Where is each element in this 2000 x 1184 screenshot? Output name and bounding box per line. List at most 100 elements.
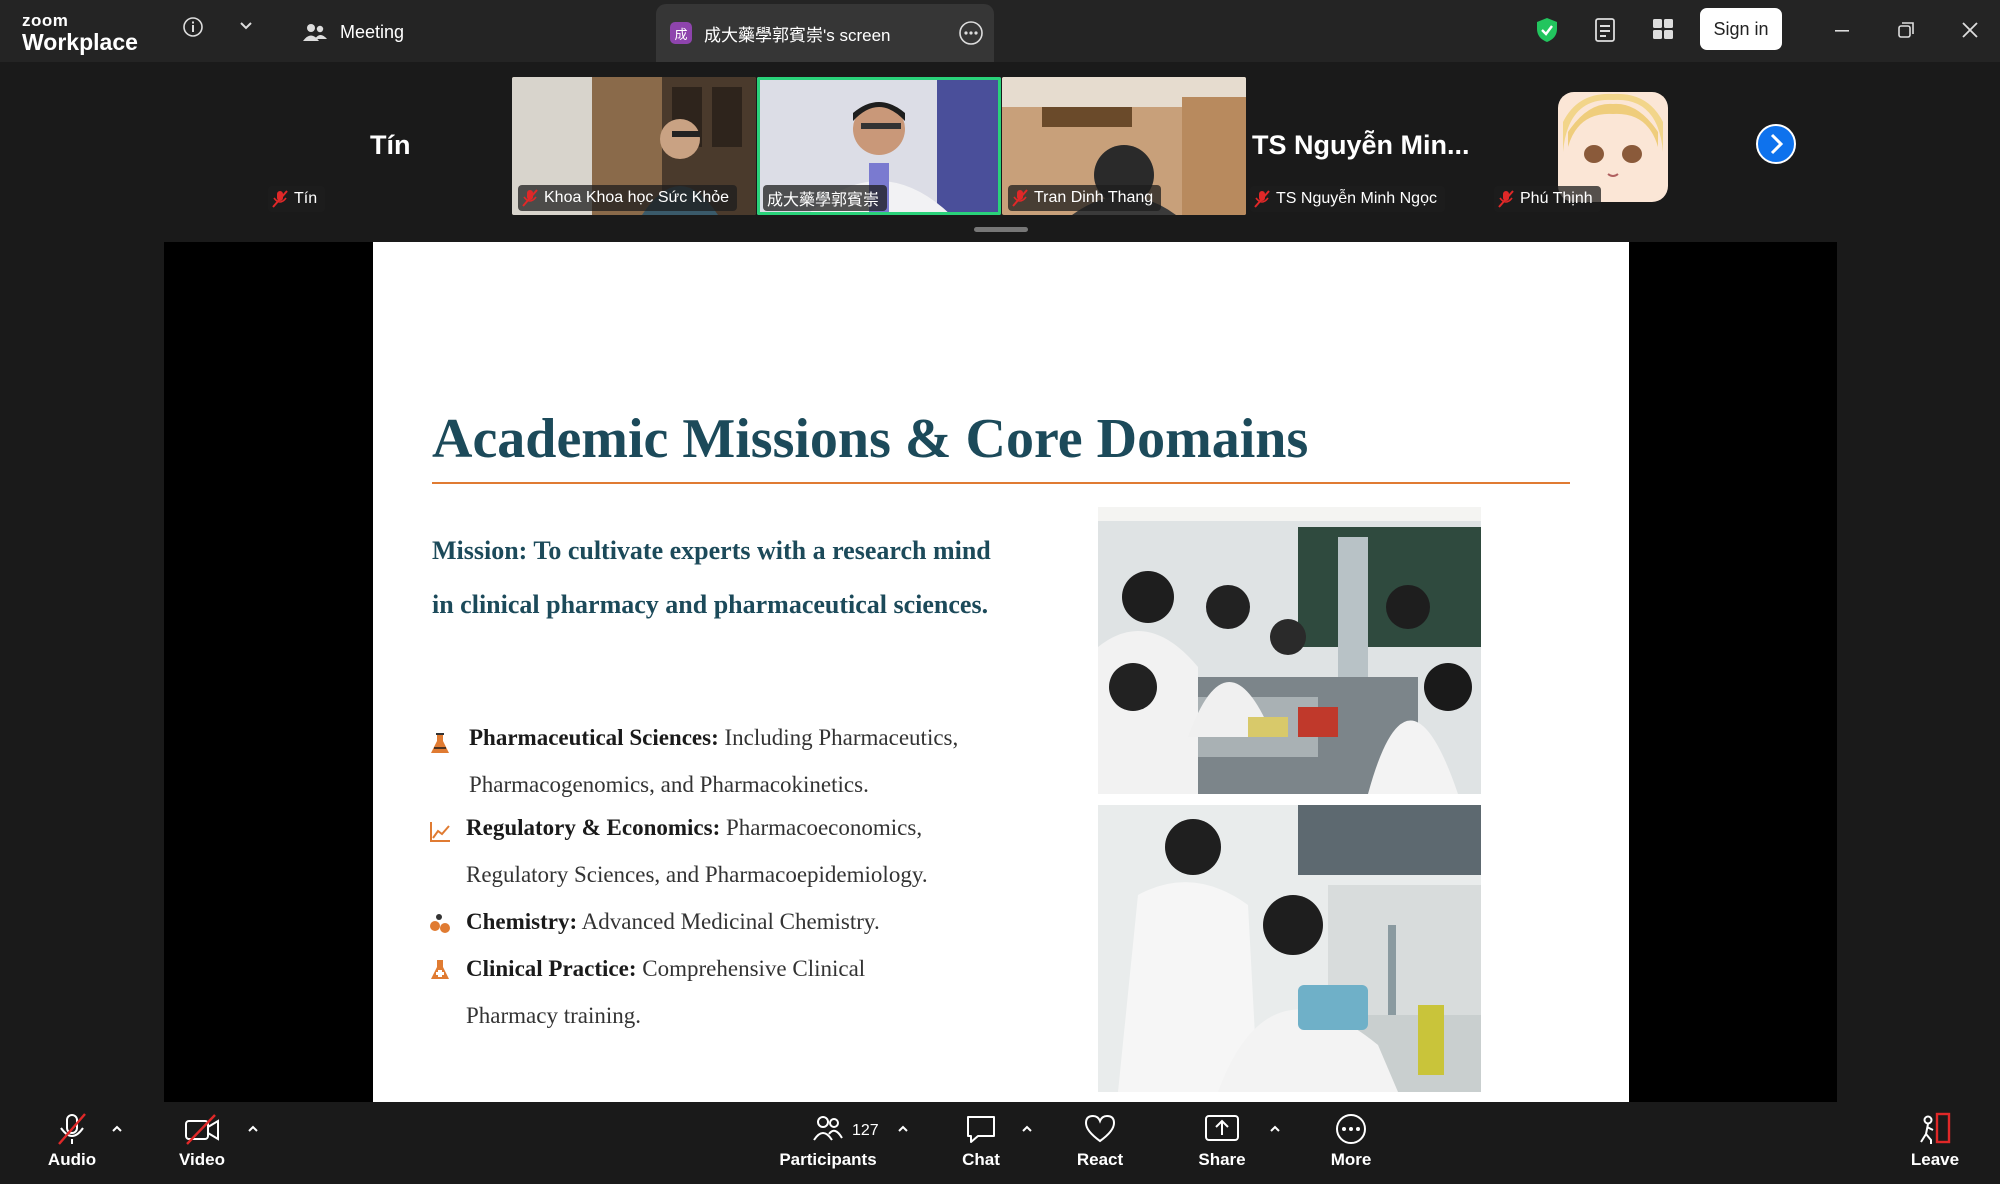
audio-label: Audio [47,1150,97,1169]
screen-tab-label: 成大藥學郭賓崇's screen [704,25,891,45]
participants-options-caret-icon[interactable] [896,1124,910,1134]
share-options-caret-icon[interactable] [1268,1124,1282,1134]
bullet-heading: Regulatory & Economics: [466,815,721,840]
people-icon [303,24,327,41]
participant-name-tag: 成大藥學郭賓崇 [763,185,888,211]
participant-name: TS Nguyễn Minh Ngọc [1276,190,1437,207]
strip-drag-handle[interactable] [974,227,1028,232]
restore-icon[interactable] [1894,18,1918,42]
participants-icon [813,1116,843,1141]
sign-in-button[interactable]: Sign in [1700,8,1782,50]
more-button[interactable]: More [1328,1112,1374,1170]
audio-options-caret-icon[interactable] [110,1124,124,1134]
mic-off-icon [522,189,538,207]
bullet-pharmaceutical-sciences: Pharmaceutical Sciences: Including Pharm… [469,714,1029,808]
info-icon[interactable] [180,14,206,40]
more-label: More [1330,1150,1372,1169]
chevron-right-icon [1770,133,1784,155]
lab-photo-experiment [1098,805,1481,1092]
participant-video-tile[interactable]: Tran Dinh Thang [1002,77,1246,215]
flask-icon [431,733,449,753]
react-button[interactable]: React [1076,1112,1124,1170]
participant-name-tag: Khoa Khoa học Sức Khỏe [518,185,738,211]
mic-off-icon [1012,189,1028,207]
title-divider [432,482,1570,484]
clinical-icon [431,960,449,979]
react-label: React [1076,1150,1124,1169]
participants-label: Participants [779,1150,877,1169]
logo-zoom-text: zoom [22,11,69,30]
participant-big-name: Tín [370,130,411,160]
shared-screen: Academic Missions & Core Domains Mission… [164,242,1837,1102]
chat-button[interactable]: Chat [958,1112,1004,1170]
mic-off-icon [1498,190,1514,208]
leave-label: Leave [1910,1150,1960,1169]
meeting-toolbar: Audio Video Participants 127 Chat React … [0,1102,2000,1184]
sharer-badge: 成 [670,22,692,44]
participant-name: Khoa Khoa học Sức Khỏe [544,189,730,206]
mic-off-icon [1254,190,1270,208]
chevron-down-icon[interactable] [236,16,256,36]
mic-muted-icon [58,1113,86,1145]
notes-icon[interactable] [1592,16,1618,44]
chat-label: Chat [962,1150,1000,1169]
participant-name-tag[interactable]: Tín [268,186,326,212]
bullet-heading: Clinical Practice: [466,956,637,981]
participant-name-tag[interactable]: TS Nguyễn Minh Ngọc [1250,186,1445,212]
next-page-button[interactable] [1756,124,1796,164]
heart-icon [1084,1114,1116,1143]
security-shield-icon[interactable] [1534,16,1560,44]
share-button[interactable]: Share [1198,1112,1246,1170]
mission-statement: Mission: To cultivate experts with a res… [432,536,991,619]
minimize-icon[interactable] [1830,18,1854,42]
chat-options-caret-icon[interactable] [1020,1124,1034,1134]
title-bar: zoom Workplace Meeting 成 成大藥學郭賓崇's scree… [0,0,2000,62]
participant-video-tile[interactable]: Khoa Khoa học Sức Khỏe [512,77,756,215]
participant-name: Phú Thịnh [1520,190,1593,207]
mic-off-icon [272,190,288,208]
participants-button[interactable]: Participants [779,1112,877,1170]
bullet-text: Pharmacy training. [466,1003,642,1028]
lab-photo-students [1098,507,1481,794]
bullet-text: Regulatory Sciences, and Pharmacoepidemi… [466,862,928,887]
close-icon[interactable] [1958,18,1982,42]
participants-count: 127 [852,1122,879,1139]
video-label: Video [179,1150,225,1169]
bullet-text: Advanced Medicinal Chemistry. [577,909,880,934]
bullet-heading: Chemistry: [466,909,578,934]
slide-title: Academic Missions & Core Domains [432,408,1309,470]
participant-name: 成大藥學郭賓崇 [767,192,880,209]
logo-workplace-text: Workplace [22,29,138,55]
participant-name-tag: Tran Dinh Thang [1008,185,1162,211]
bullet-text: Pharmacogenomics, and Pharmacokinetics. [469,772,869,797]
audio-button[interactable]: Audio [46,1112,98,1170]
meeting-tab-label: Meeting [340,21,405,42]
camera-off-icon [185,1114,219,1145]
participant-name: Tran Dinh Thang [1034,189,1154,206]
more-options-icon[interactable] [958,20,984,46]
leave-icon [1920,1112,1951,1144]
screen-share-tab[interactable]: 成 成大藥學郭賓崇's screen [656,4,994,62]
chat-icon [967,1116,995,1143]
bullet-text: Comprehensive Clinical [636,956,866,981]
bullet-clinical-practice: Clinical Practice: Comprehensive Clinica… [466,945,1026,1039]
bullet-chemistry: Chemistry: Advanced Medicinal Chemistry. [466,898,1026,945]
chart-icon [430,822,450,842]
video-button[interactable]: Video [174,1112,230,1170]
share-label: Share [1198,1150,1246,1169]
molecule-icon [430,914,450,933]
bullet-heading: Pharmaceutical Sciences: [469,725,719,750]
participant-big-name: TS Nguyễn Min... [1252,130,1470,160]
more-icon [1336,1114,1366,1144]
apps-icon[interactable] [1650,16,1676,42]
bullet-text: Including Pharmaceutics, [718,725,959,750]
share-screen-icon [1205,1115,1239,1141]
active-speaker-tile[interactable]: 成大藥學郭賓崇 [757,77,1001,215]
participant-strip: Tín Tín Khoa Khoa học Sức Khỏe 成大藥學郭賓崇 T… [0,62,2000,242]
participant-name: Tín [294,190,318,207]
bullet-regulatory-economics: Regulatory & Economics: Pharmacoeconomic… [466,804,1026,898]
leave-button[interactable]: Leave [1910,1112,1960,1170]
meeting-tab[interactable]: Meeting [302,14,404,50]
video-options-caret-icon[interactable] [246,1124,260,1134]
zoom-logo: zoom Workplace [22,12,138,55]
